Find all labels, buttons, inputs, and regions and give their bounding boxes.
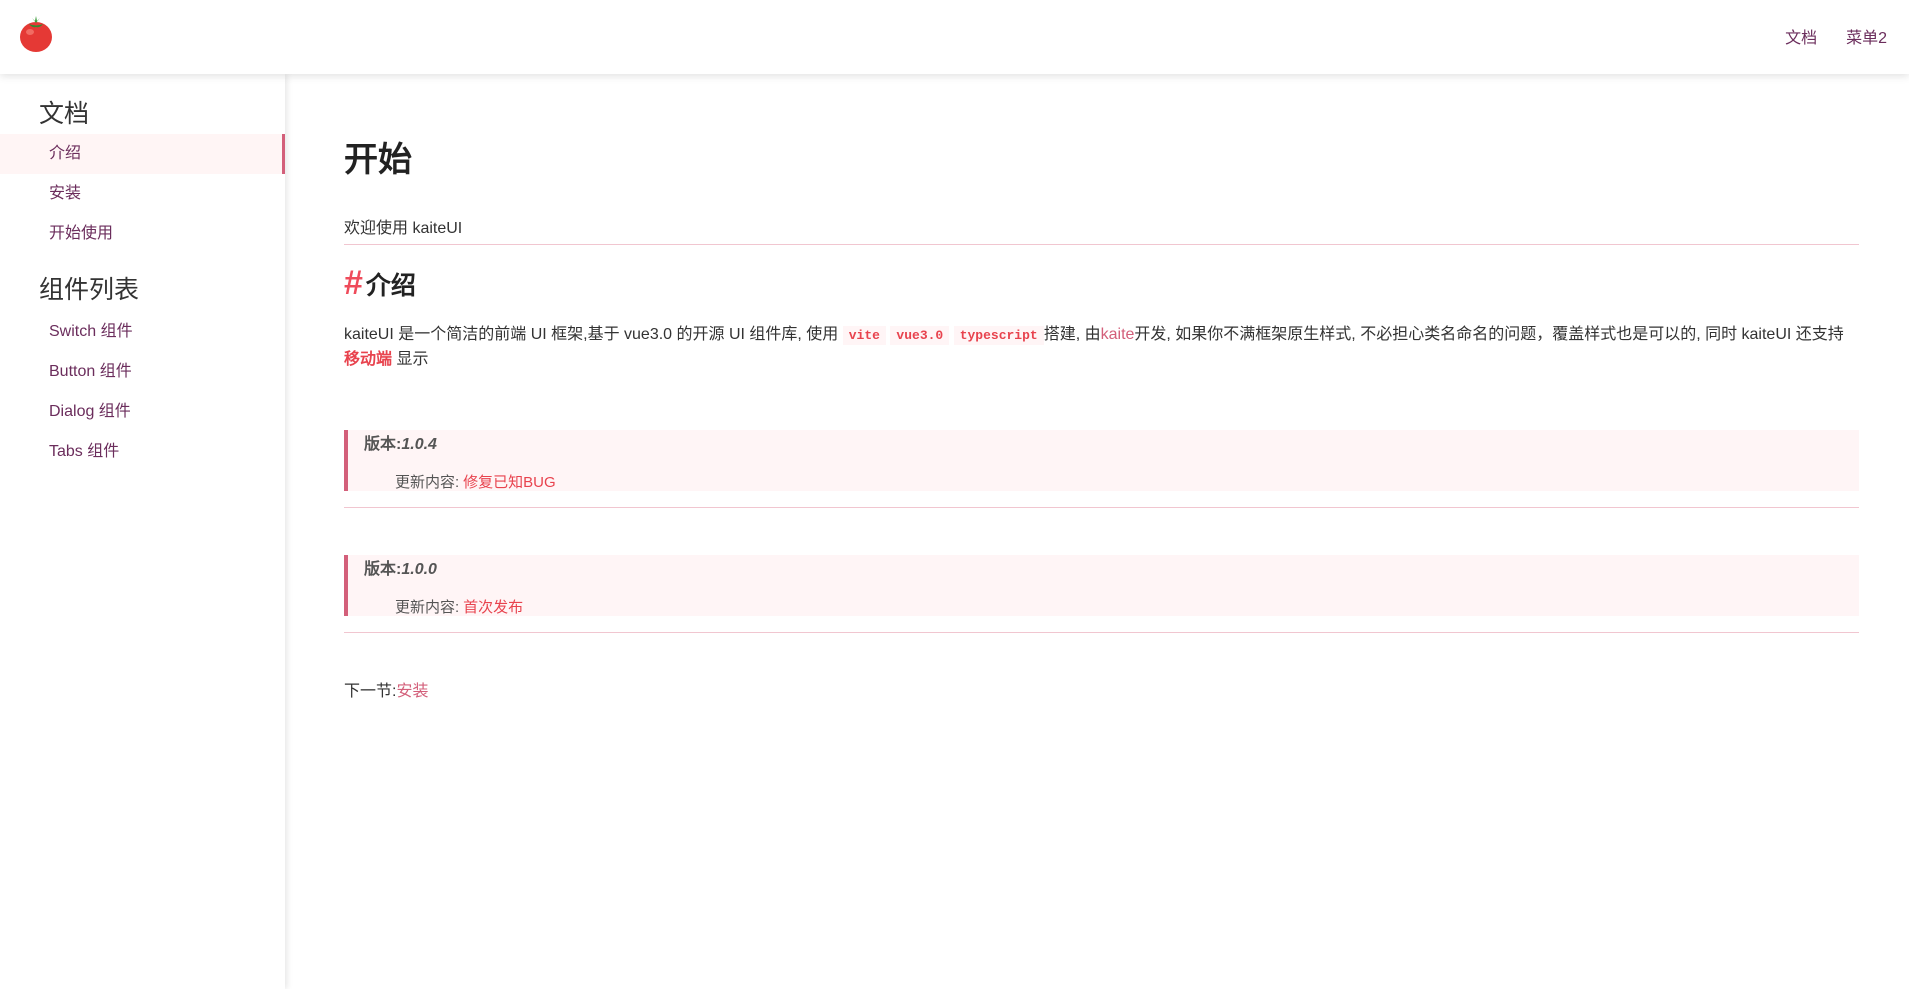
welcome-text: 欢迎使用 kaiteUI: [344, 214, 1859, 245]
version-block-1: 版本:1.0.4 更新内容: 修复已知BUG: [344, 430, 1859, 508]
version-number: 1.0.4: [401, 436, 437, 453]
update-line: 更新内容: 首次发布: [364, 596, 1859, 617]
sidebar: 文档 介绍 安装 开始使用 组件列表 Switch 组件 Button 组件 D…: [0, 74, 285, 989]
sidebar-item-button[interactable]: Button 组件: [0, 352, 285, 392]
sidebar-group-title-components: 组件列表: [39, 276, 140, 304]
sidebar-item-getting-started[interactable]: 开始使用: [0, 214, 285, 254]
intro-paragraph: kaiteUI 是一个简洁的前端 UI 框架,基于 vue3.0 的开源 UI …: [344, 323, 1859, 372]
page-title: 开始: [344, 141, 412, 179]
sidebar-item-intro[interactable]: 介绍: [0, 134, 285, 174]
top-navbar: 文档 菜单2: [0, 0, 1909, 74]
sidebar-item-dialog[interactable]: Dialog 组件: [0, 392, 285, 432]
heading-anchor-hash[interactable]: #: [344, 264, 363, 303]
version-number: 1.0.0: [401, 561, 437, 578]
update-label: 更新内容:: [395, 474, 460, 491]
section-heading-text: 介绍: [365, 272, 416, 300]
sidebar-item-switch[interactable]: Switch 组件: [0, 312, 285, 352]
sidebar-item-tabs[interactable]: Tabs 组件: [0, 432, 285, 472]
version-line: 版本:1.0.0: [364, 555, 1859, 579]
intro-text-1: kaiteUI 是一个简洁的前端 UI 框架,基于 vue3.0 的开源 UI …: [344, 326, 839, 343]
update-value: 修复已知BUG: [463, 474, 556, 491]
version-label: 版本:: [364, 561, 402, 578]
next-section: 下一节:安装: [344, 677, 428, 701]
update-line: 更新内容: 修复已知BUG: [364, 471, 1859, 492]
sidebar-item-install[interactable]: 安装: [0, 174, 285, 214]
version-label: 版本:: [364, 436, 402, 453]
update-value: 首次发布: [463, 599, 524, 616]
divider: [344, 632, 1859, 633]
section-heading-intro: # 介绍: [344, 264, 416, 303]
nav-menu2-link[interactable]: 菜单2: [1846, 24, 1887, 48]
code-vite: vite: [842, 326, 886, 345]
intro-text-2: 搭建, 由: [1043, 326, 1101, 343]
version-line: 版本:1.0.4: [364, 430, 1859, 454]
mobile-highlight: 移动端: [344, 351, 393, 368]
intro-text-3: 开发, 如果你不满框架原生样式, 不必担心类名命名的问题，覆盖样式也是可以的, …: [1134, 326, 1844, 343]
main-content: 开始 欢迎使用 kaiteUI # 介绍 kaiteUI 是一个简洁的前端 UI…: [285, 74, 1909, 989]
code-vue3: vue3.0: [890, 326, 950, 345]
nav-docs-link[interactable]: 文档: [1785, 24, 1817, 48]
version-block-2: 版本:1.0.0 更新内容: 首次发布: [344, 555, 1859, 633]
sidebar-group-title-docs: 文档: [39, 100, 90, 128]
author-link[interactable]: kaite: [1101, 326, 1135, 343]
next-label: 下一节:: [344, 683, 397, 700]
update-label: 更新内容:: [395, 599, 460, 616]
intro-text-4: 显示: [396, 351, 429, 368]
next-section-link[interactable]: 安装: [396, 683, 428, 700]
code-typescript: typescript: [953, 326, 1044, 345]
tomato-logo-icon[interactable]: [18, 15, 54, 53]
divider: [344, 507, 1859, 508]
